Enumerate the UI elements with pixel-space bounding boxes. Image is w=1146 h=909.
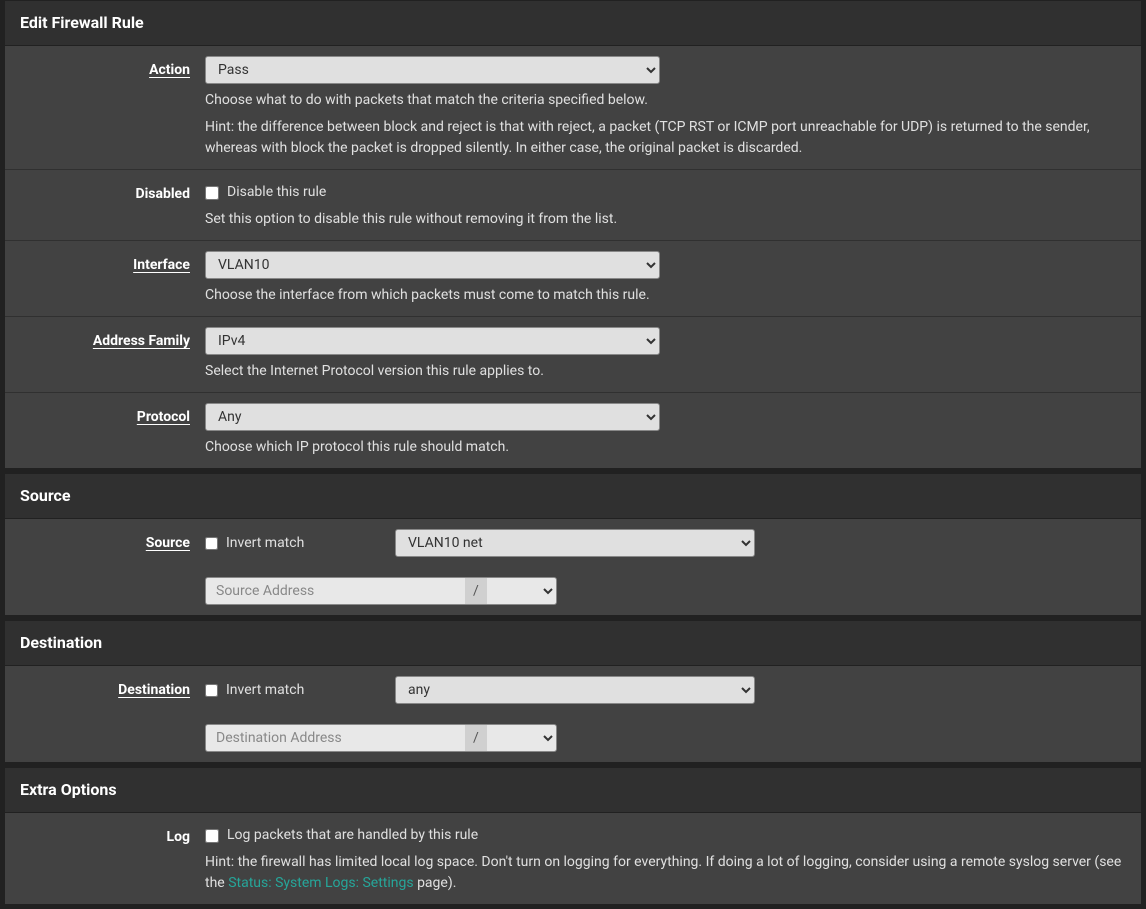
destination-label: Destination xyxy=(5,676,205,701)
disabled-help: Set this option to disable this rule wit… xyxy=(205,209,1126,230)
log-hint: Hint: the firewall has limited local log… xyxy=(205,852,1126,894)
destination-panel: Destination Destination Invert match any… xyxy=(4,620,1142,763)
destination-type-select[interactable]: any xyxy=(395,676,755,704)
protocol-select[interactable]: Any xyxy=(205,403,660,431)
action-label: Action xyxy=(5,56,205,81)
destination-address-group: / xyxy=(205,724,557,752)
source-row: Source Invert match VLAN10 net / xyxy=(5,519,1141,615)
destination-mask-select[interactable] xyxy=(487,724,557,752)
edit-firewall-rule-panel: Edit Firewall Rule Action Pass Choose wh… xyxy=(4,0,1142,469)
destination-panel-title: Destination xyxy=(5,621,1141,666)
interface-select[interactable]: VLAN10 xyxy=(205,251,660,279)
log-label: Log xyxy=(5,823,205,848)
syslog-settings-link[interactable]: Status: System Logs: Settings xyxy=(228,875,413,891)
source-panel-title: Source xyxy=(5,474,1141,519)
source-invert-label: Invert match xyxy=(226,533,304,554)
source-address-group: / xyxy=(205,577,557,605)
log-row: Log Log packets that are handled by this… xyxy=(5,813,1141,904)
log-checkbox[interactable] xyxy=(205,829,219,843)
disabled-checkbox-label: Disable this rule xyxy=(227,182,326,203)
source-panel: Source Source Invert match VLAN10 net / xyxy=(4,473,1142,616)
source-slash: / xyxy=(465,577,487,605)
source-invert-checkbox[interactable] xyxy=(205,537,218,550)
source-label: Source xyxy=(5,529,205,554)
extra-options-panel: Extra Options Log Log packets that are h… xyxy=(4,767,1142,905)
source-address-input[interactable] xyxy=(205,577,465,605)
action-help: Choose what to do with packets that matc… xyxy=(205,90,1126,111)
destination-invert-checkbox[interactable] xyxy=(205,684,218,697)
destination-slash: / xyxy=(465,724,487,752)
interface-help: Choose the interface from which packets … xyxy=(205,285,1126,306)
address-family-row: Address Family IPv4 Select the Internet … xyxy=(5,317,1141,393)
edit-panel-title: Edit Firewall Rule xyxy=(5,1,1141,46)
destination-address-input[interactable] xyxy=(205,724,465,752)
address-family-label: Address Family xyxy=(5,327,205,352)
destination-row: Destination Invert match any / xyxy=(5,666,1141,762)
address-family-help: Select the Internet Protocol version thi… xyxy=(205,361,1126,382)
source-type-select[interactable]: VLAN10 net xyxy=(395,529,755,557)
disabled-row: Disabled Disable this rule Set this opti… xyxy=(5,170,1141,241)
destination-invert-label: Invert match xyxy=(226,680,304,701)
interface-row: Interface VLAN10 Choose the interface fr… xyxy=(5,241,1141,317)
interface-label: Interface xyxy=(5,251,205,276)
disabled-checkbox[interactable] xyxy=(205,186,219,200)
protocol-help: Choose which IP protocol this rule shoul… xyxy=(205,437,1126,458)
source-mask-select[interactable] xyxy=(487,577,557,605)
address-family-select[interactable]: IPv4 xyxy=(205,327,660,355)
protocol-row: Protocol Any Choose which IP protocol th… xyxy=(5,393,1141,468)
log-checkbox-label: Log packets that are handled by this rul… xyxy=(227,825,478,846)
extra-panel-title: Extra Options xyxy=(5,768,1141,813)
action-select[interactable]: Pass xyxy=(205,56,660,84)
disabled-label: Disabled xyxy=(5,180,205,205)
protocol-label: Protocol xyxy=(5,403,205,428)
action-hint: Hint: the difference between block and r… xyxy=(205,117,1126,159)
action-row: Action Pass Choose what to do with packe… xyxy=(5,46,1141,170)
